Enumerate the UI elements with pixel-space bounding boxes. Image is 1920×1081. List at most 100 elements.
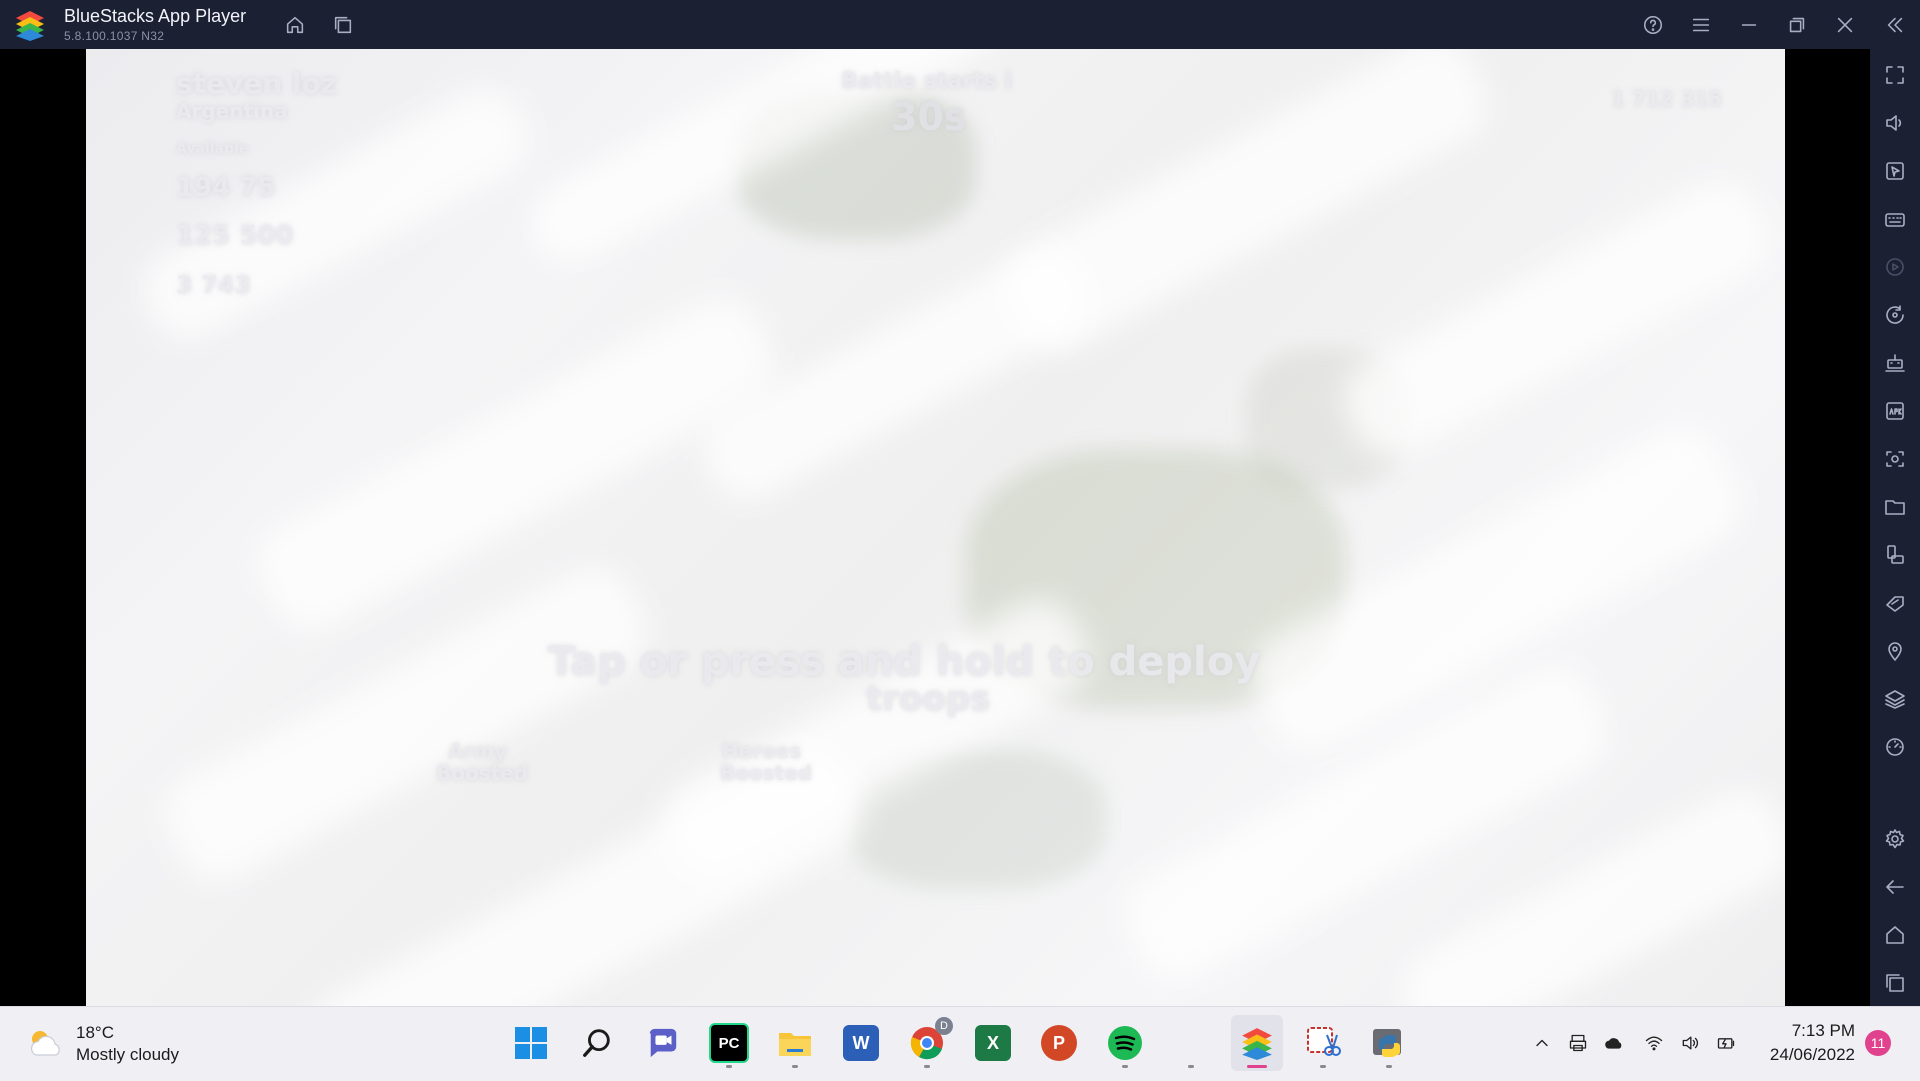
running-indicator — [1386, 1065, 1392, 1068]
show-hidden-icons-button[interactable] — [1528, 1029, 1556, 1057]
start-button[interactable] — [505, 1015, 557, 1071]
right-sidebar — [1870, 49, 1920, 1006]
wifi-tray-button[interactable] — [1640, 1029, 1668, 1057]
spotify-button[interactable] — [1099, 1015, 1151, 1071]
running-indicator — [792, 1065, 798, 1068]
android-home-button[interactable] — [1870, 915, 1920, 955]
title-bar: BlueStacks App Player 5.8.100.1037 N32 — [0, 0, 1920, 49]
running-indicator — [924, 1065, 930, 1068]
notification-count-badge[interactable]: 11 — [1865, 1030, 1891, 1056]
running-indicator — [1188, 1065, 1194, 1068]
pycharm-button[interactable]: PC — [703, 1015, 755, 1071]
printer-tray-button[interactable] — [1564, 1029, 1592, 1057]
multi-screen-button[interactable] — [1870, 535, 1920, 575]
minimize-icon — [1741, 24, 1757, 26]
recent-apps-icon — [1886, 974, 1904, 992]
settings-button[interactable] — [1870, 819, 1920, 859]
back-icon — [1886, 880, 1904, 894]
chat-button[interactable] — [637, 1015, 689, 1071]
game-viewport[interactable]: steven loz Argentina Available 194 75 12… — [86, 49, 1785, 1006]
restore-button[interactable] — [1782, 10, 1812, 40]
army-boosted-line1: Army — [448, 739, 508, 763]
menu-button[interactable] — [1686, 10, 1716, 40]
location-icon — [1888, 642, 1902, 661]
close-icon — [1837, 17, 1853, 33]
cloud-icon — [1605, 1038, 1622, 1049]
recent-apps-button[interactable] — [1870, 963, 1920, 1003]
powerpoint-button[interactable]: P — [1033, 1015, 1085, 1071]
screenshot-button[interactable] — [1870, 439, 1920, 479]
printer-icon — [1569, 1034, 1587, 1052]
apk-button[interactable] — [1870, 391, 1920, 431]
restore-icon — [1789, 17, 1805, 33]
record-button[interactable] — [1870, 247, 1920, 287]
battery-charging-icon — [1717, 1038, 1735, 1049]
performance-button[interactable] — [1870, 727, 1920, 767]
fullscreen-button[interactable] — [1870, 55, 1920, 95]
volume-button[interactable] — [1870, 103, 1920, 143]
trophies-count: 1 712 315 — [1611, 87, 1723, 111]
rotate-button[interactable] — [1870, 295, 1920, 335]
location-button[interactable] — [1870, 631, 1920, 671]
chrome-button[interactable]: D — [901, 1015, 953, 1071]
collapse-sidebar-icon — [1887, 17, 1903, 33]
chevron-up-icon — [1536, 1039, 1548, 1047]
home-button[interactable] — [280, 10, 310, 40]
excel-button[interactable]: X — [967, 1015, 1019, 1071]
powerpoint-icon: P — [1041, 1025, 1077, 1061]
word-button[interactable]: W — [835, 1015, 887, 1071]
clock-time[interactable]: 7:13 PM — [1765, 1021, 1855, 1041]
keyboard-button[interactable] — [1870, 199, 1920, 239]
word-icon: W — [843, 1025, 879, 1061]
blur-streak — [150, 553, 662, 895]
help-button[interactable] — [1638, 10, 1668, 40]
folder-icon — [1885, 500, 1905, 515]
macro-icon — [1885, 354, 1905, 372]
minimize-button[interactable] — [1734, 10, 1764, 40]
folder-button[interactable] — [1870, 487, 1920, 527]
weather-widget[interactable]: 18°C Mostly cloudy — [26, 1021, 226, 1067]
deploy-hint-line2: troops — [866, 679, 991, 719]
snipping-tool-icon — [1307, 1027, 1341, 1056]
collapse-sidebar-button[interactable] — [1880, 10, 1910, 40]
volume-tray-button[interactable] — [1676, 1029, 1704, 1057]
start-icon — [515, 1027, 547, 1059]
heroes-boosted-line2: Boosted — [720, 761, 813, 785]
bluestacks-button[interactable] — [1231, 1015, 1283, 1071]
record-icon — [1886, 258, 1904, 276]
bluestacks-logo-icon — [14, 9, 46, 41]
file-explorer-button[interactable] — [769, 1015, 821, 1071]
help-icon — [1643, 15, 1663, 35]
cloudy-weather-icon — [26, 1025, 66, 1061]
search-button[interactable] — [571, 1015, 623, 1071]
hidden-app-button[interactable] — [1165, 1015, 1217, 1071]
file-explorer-icon — [779, 1033, 811, 1056]
pycharm-icon: PC — [709, 1023, 749, 1063]
pointer-button[interactable] — [1870, 151, 1920, 191]
screenshot-icon — [1886, 451, 1904, 467]
menu-icon — [1692, 18, 1710, 32]
active-indicator — [1247, 1065, 1267, 1068]
loot-dark-elixir: 3 743 — [176, 271, 252, 299]
layers-button[interactable] — [1870, 679, 1920, 719]
snipping-tool-button[interactable] — [1297, 1015, 1349, 1071]
back-button[interactable] — [1870, 867, 1920, 907]
battle-starts-label: Battle starts i — [841, 69, 1012, 94]
search-icon — [583, 1029, 610, 1057]
weather-temperature: 18°C — [76, 1023, 114, 1042]
eco-mode-button[interactable] — [1870, 583, 1920, 623]
pointer-icon — [1886, 162, 1904, 180]
home-icon — [286, 16, 304, 34]
battery-tray-button[interactable] — [1712, 1029, 1740, 1057]
macro-button[interactable] — [1870, 343, 1920, 383]
blur-streak — [1329, 166, 1783, 472]
multi-instance-button[interactable] — [328, 10, 358, 40]
clock-date[interactable]: 24/06/2022 — [1745, 1045, 1855, 1065]
close-button[interactable] — [1830, 10, 1860, 40]
wifi-icon — [1645, 1036, 1663, 1051]
rotate-icon — [1886, 305, 1904, 324]
python-icon — [1373, 1029, 1401, 1057]
loot-elixir: 125 500 — [176, 221, 294, 251]
python-button[interactable] — [1363, 1015, 1415, 1071]
onedrive-tray-button[interactable] — [1600, 1029, 1628, 1057]
